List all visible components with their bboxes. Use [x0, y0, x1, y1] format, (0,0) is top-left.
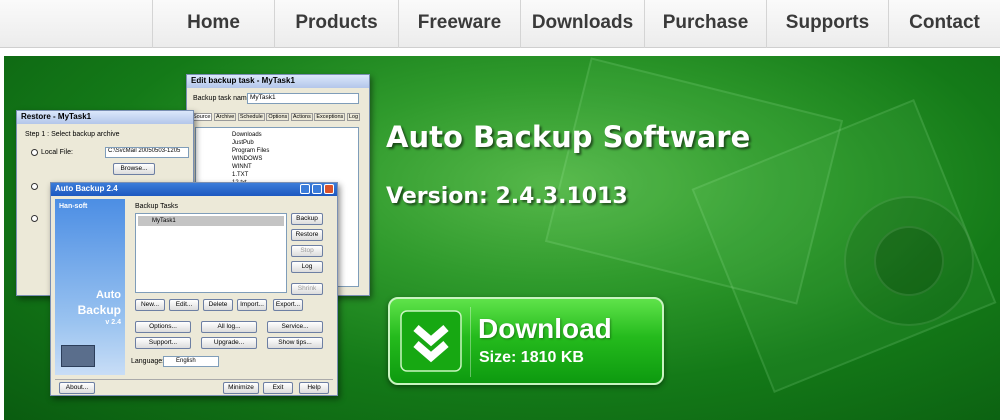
tree-item[interactable]: Downloads — [232, 131, 358, 139]
all-log-button[interactable]: All log... — [201, 321, 257, 333]
help-button[interactable]: Help — [299, 382, 329, 394]
delete-task-button[interactable]: Delete — [203, 299, 233, 311]
tab-schedule[interactable]: Schedule — [237, 113, 265, 121]
tasks-label: Backup Tasks — [135, 203, 179, 210]
tab-log[interactable]: Log — [346, 113, 361, 121]
download-button[interactable]: Download Size: 1810 KB — [388, 297, 664, 385]
tab-archive[interactable]: Archive — [213, 113, 237, 121]
nav-products[interactable]: Products — [274, 0, 398, 48]
radio-option[interactable] — [31, 215, 38, 222]
decorative-camera-lens — [874, 226, 944, 296]
nav-contact[interactable]: Contact — [888, 0, 1000, 48]
tree-item[interactable]: WINDOWS — [232, 155, 358, 163]
nav-supports[interactable]: Supports — [766, 0, 888, 48]
language-label: Language: — [131, 358, 165, 365]
download-label: Download — [478, 313, 612, 344]
download-size: Size: 1810 KB — [479, 349, 584, 366]
product-version: v 2.4 — [105, 319, 121, 326]
nav-downloads[interactable]: Downloads — [520, 0, 644, 48]
computer-icon — [61, 345, 95, 367]
stop-button[interactable]: Stop — [291, 245, 323, 257]
backup-button[interactable]: Backup — [291, 213, 323, 225]
about-button[interactable]: About... — [59, 382, 95, 394]
restore-path-field[interactable]: C:\SvcMail 20050503-1205 — [105, 147, 189, 158]
brand-name: Han-soft — [59, 203, 88, 210]
tree-item[interactable]: JustPub — [232, 139, 358, 147]
divider — [470, 307, 471, 377]
exit-button[interactable]: Exit — [263, 382, 293, 394]
shrink-button[interactable]: Shrink — [291, 283, 323, 295]
nav-purchase[interactable]: Purchase — [644, 0, 766, 48]
restore-button[interactable]: Restore — [291, 229, 323, 241]
hero-banner: Edit backup task - MyTask1 Backup task n… — [4, 56, 1000, 420]
product-name-line1: Auto — [95, 289, 121, 301]
close-icon[interactable] — [324, 184, 334, 194]
task-list[interactable]: MyTask1 — [135, 213, 287, 293]
local-file-label: Local File: — [41, 149, 73, 156]
task-name-label: Backup task name: — [193, 95, 253, 102]
options-button[interactable]: Options... — [135, 321, 191, 333]
maximize-icon[interactable] — [312, 184, 322, 194]
restore-step-label: Step 1 : Select backup archive — [25, 131, 120, 138]
divider — [55, 379, 333, 380]
brand-panel: Han-soft Auto Backup v 2.4 — [55, 199, 125, 375]
restore-window-title: Restore - MyTask1 — [17, 111, 193, 124]
main-window-title: Auto Backup 2.4 — [51, 183, 337, 196]
tab-options[interactable]: Options — [266, 113, 290, 121]
import-button[interactable]: Import... — [237, 299, 267, 311]
language-select[interactable]: English — [163, 356, 219, 367]
nav-home[interactable]: Home — [152, 0, 274, 48]
log-button[interactable]: Log — [291, 261, 323, 273]
minimize-icon[interactable] — [300, 184, 310, 194]
tab-actions[interactable]: Actions — [290, 113, 313, 121]
radio-option[interactable] — [31, 183, 38, 190]
task-name-field[interactable]: MyTask1 — [247, 93, 359, 104]
tree-item[interactable]: Program Files — [232, 147, 358, 155]
tree-item[interactable]: WINNT — [232, 163, 358, 171]
nav-freeware[interactable]: Freeware — [398, 0, 520, 48]
top-navigation: Home Products Freeware Downloads Purchas… — [0, 0, 1000, 48]
task-list-item[interactable]: MyTask1 — [138, 216, 284, 226]
new-task-button[interactable]: New... — [135, 299, 165, 311]
edit-tabs: Source Archive Schedule Options Actions … — [191, 113, 361, 123]
tree-item[interactable]: 1.TXT — [232, 171, 358, 179]
edit-window-title: Edit backup task - MyTask1 — [187, 75, 369, 88]
double-chevron-down-icon — [400, 310, 462, 372]
tab-exceptions[interactable]: Exceptions — [314, 113, 346, 121]
product-title: Auto Backup Software — [386, 120, 751, 154]
tab-source[interactable]: Source — [191, 113, 213, 121]
export-button[interactable]: Export... — [273, 299, 303, 311]
service-button[interactable]: Service... — [267, 321, 323, 333]
upgrade-button[interactable]: Upgrade... — [201, 337, 257, 349]
product-name-line2: Backup — [77, 303, 121, 317]
show-tips-button[interactable]: Show tips... — [267, 337, 323, 349]
minimize-button[interactable]: Minimize — [223, 382, 259, 394]
support-button[interactable]: Support... — [135, 337, 191, 349]
local-file-radio[interactable] — [31, 149, 38, 156]
browse-button[interactable]: Browse... — [113, 163, 155, 175]
edit-task-button[interactable]: Edit... — [169, 299, 199, 311]
product-version-text: Version: 2.4.3.1013 — [386, 184, 628, 209]
main-app-window: Auto Backup 2.4 Han-soft Auto Backup v 2… — [50, 182, 338, 396]
